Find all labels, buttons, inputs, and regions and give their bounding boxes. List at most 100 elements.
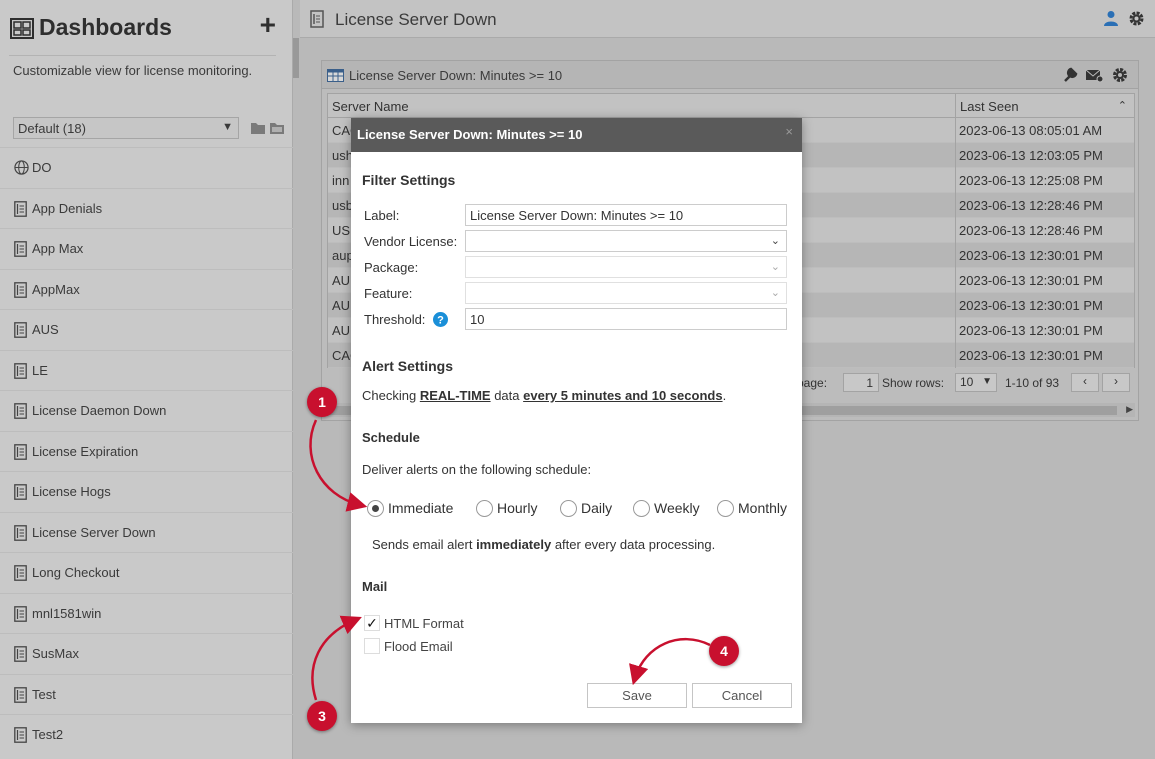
sidebar-item[interactable]: mnl1581win xyxy=(0,592,293,634)
last-seen-cell: 2023-06-13 12:30:01 PM xyxy=(959,273,1103,288)
svg-text:?: ? xyxy=(437,315,444,327)
alert-settings-dialog: License Server Down: Minutes >= 10 × Fil… xyxy=(351,118,802,723)
widget-tools[interactable] xyxy=(1062,66,1130,84)
radio-label: Daily xyxy=(581,500,613,516)
schedule-description: Deliver alerts on the following schedule… xyxy=(362,462,592,477)
column-header-server-name[interactable]: Server Name xyxy=(332,99,409,114)
column-divider xyxy=(955,318,956,343)
server-name-cell: usb xyxy=(332,198,353,213)
scroll-right-icon[interactable]: ▶ xyxy=(1126,404,1133,415)
alert-text-prefix: Checking xyxy=(362,388,420,403)
alert-settings-title: Alert Settings xyxy=(362,358,454,374)
page-title: License Server Down xyxy=(335,10,497,29)
label-input[interactable]: License Server Down: Minutes >= 10 xyxy=(465,204,787,226)
dashboard-doc-icon xyxy=(14,443,27,460)
show-rows-select[interactable]: 10 ▼ xyxy=(955,373,997,392)
sidebar-item[interactable]: AUS xyxy=(0,309,293,350)
last-seen-cell: 2023-06-13 08:05:01 AM xyxy=(959,123,1103,138)
page-input[interactable]: 1 xyxy=(843,373,879,392)
widget-title: License Server Down: Minutes >= 10 xyxy=(349,68,563,83)
gear-icon xyxy=(1113,68,1127,82)
sidebar-item[interactable]: Long Checkout xyxy=(0,552,293,593)
sidebar-collapse-handle[interactable] xyxy=(293,38,299,78)
column-divider xyxy=(955,94,956,118)
close-icon[interactable]: × xyxy=(785,124,793,139)
sidebar-item-label: Test2 xyxy=(32,727,64,742)
sidebar-item[interactable]: App Max xyxy=(0,228,293,269)
sidebar-item[interactable]: License Expiration xyxy=(0,430,293,472)
dashboard-group-select-value: Default (18) xyxy=(18,121,86,136)
column-divider xyxy=(955,218,956,243)
alert-check-text: Checking REAL-TIME data every 5 minutes … xyxy=(362,388,726,403)
add-dashboard-button[interactable]: + xyxy=(260,10,276,40)
column-divider xyxy=(955,293,956,318)
mail-title: Mail xyxy=(362,579,388,594)
schedule-note-bold: immediately xyxy=(476,537,552,552)
dialog-title: License Server Down: Minutes >= 10 xyxy=(357,127,583,142)
column-divider xyxy=(955,243,956,268)
dashboard-doc-icon xyxy=(14,727,27,743)
save-button[interactable]: Save xyxy=(587,683,687,708)
annotation-badge-1: 1 xyxy=(307,387,337,417)
gear-icon[interactable] xyxy=(1128,10,1145,27)
sidebar-item[interactable]: AppMax xyxy=(0,268,293,310)
folder-icons[interactable] xyxy=(250,120,286,136)
radio-circle[interactable] xyxy=(717,500,734,517)
sidebar-item[interactable]: LE xyxy=(0,349,293,391)
sidebar-item[interactable]: App Denials xyxy=(0,187,293,229)
table-icon xyxy=(327,69,344,82)
vendor-license-label: Vendor License: xyxy=(364,234,458,249)
dashboard-doc-icon xyxy=(14,646,27,662)
sidebar-item-label: License Expiration xyxy=(32,443,139,459)
dialog-header: License Server Down: Minutes >= 10 × xyxy=(351,118,802,152)
chevron-down-icon: ⌄ xyxy=(770,235,780,247)
chevron-down-icon: ▼ xyxy=(982,376,992,387)
sidebar-item[interactable]: License Hogs xyxy=(0,471,293,512)
sidebar-item[interactable]: DO xyxy=(0,147,293,188)
sidebar-item-label: DO xyxy=(32,160,52,175)
alert-text-mid: data xyxy=(490,388,524,403)
checkmark-icon[interactable]: ✓ xyxy=(364,615,380,631)
column-divider xyxy=(955,143,956,168)
sidebar-item[interactable]: SusMax xyxy=(0,633,293,674)
dashboard-doc-icon xyxy=(14,484,27,500)
sort-ascending-icon[interactable]: ⌃ xyxy=(1118,99,1127,112)
sidebar-item[interactable]: License Daemon Down xyxy=(0,390,293,431)
radio-circle[interactable] xyxy=(633,500,650,517)
radio-circle[interactable] xyxy=(367,500,384,517)
filter-settings-title: Filter Settings xyxy=(362,172,456,188)
server-name-cell: inn xyxy=(332,173,350,188)
dashboard-doc-icon xyxy=(14,605,27,622)
dashboard-doc-icon xyxy=(14,241,27,257)
sidebar-item[interactable]: Test2 xyxy=(0,714,293,755)
help-icon[interactable]: ? xyxy=(433,312,448,327)
checkbox-box[interactable] xyxy=(364,638,380,654)
last-seen-cell: 2023-06-13 12:28:46 PM xyxy=(959,198,1103,213)
cancel-button[interactable]: Cancel xyxy=(692,683,792,708)
next-page-button[interactable]: › xyxy=(1102,373,1130,392)
last-seen-cell: 2023-06-13 12:03:05 PM xyxy=(959,148,1103,163)
sidebar-item-label: App Denials xyxy=(32,200,103,216)
schedule-title: Schedule xyxy=(362,430,420,445)
column-divider xyxy=(955,343,956,368)
last-seen-cell: 2023-06-13 12:25:08 PM xyxy=(959,173,1103,188)
realtime-link[interactable]: REAL-TIME xyxy=(420,388,491,403)
sidebar-item[interactable]: Test xyxy=(0,673,293,715)
dashboard-group-select[interactable]: Default (18) ▼ xyxy=(13,117,239,139)
radio-circle[interactable] xyxy=(560,500,577,517)
user-icon[interactable] xyxy=(1103,10,1119,26)
chevron-down-icon: ▼ xyxy=(222,121,233,133)
threshold-input[interactable]: 10 xyxy=(465,308,787,330)
sidebar-item-label: License Server Down xyxy=(32,524,156,540)
vendor-license-select[interactable]: ⌄ xyxy=(465,230,787,252)
last-seen-cell: 2023-06-13 12:30:01 PM xyxy=(959,323,1103,338)
prev-page-button[interactable]: ‹ xyxy=(1071,373,1099,392)
radio-circle[interactable] xyxy=(476,500,493,517)
show-rows-value: 10 xyxy=(960,375,974,389)
feature-select[interactable]: ⌄ xyxy=(465,282,787,304)
last-seen-cell: 2023-06-13 12:28:46 PM xyxy=(959,223,1103,238)
sidebar-item[interactable]: License Server Down xyxy=(0,511,293,553)
interval-link[interactable]: every 5 minutes and 10 seconds xyxy=(523,388,722,403)
column-header-last-seen[interactable]: Last Seen xyxy=(960,99,1019,114)
package-select[interactable]: ⌄ xyxy=(465,256,787,278)
